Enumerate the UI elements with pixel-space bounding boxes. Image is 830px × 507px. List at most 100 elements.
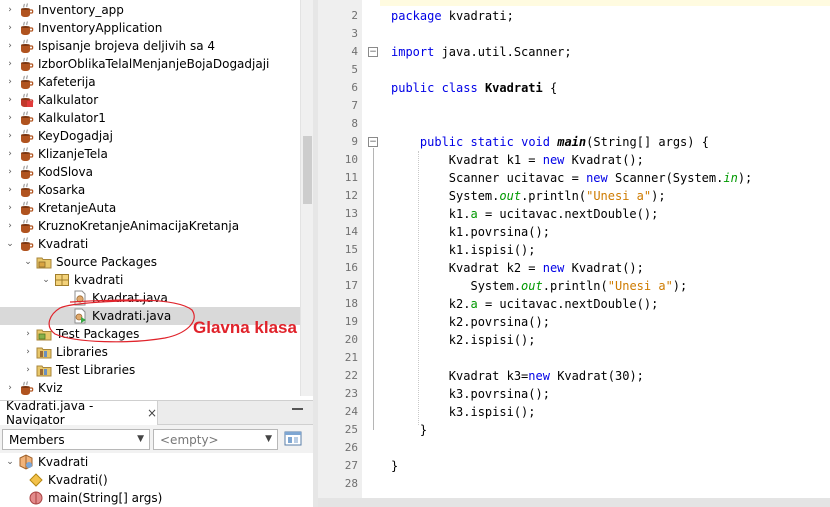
tree-item[interactable]: › KretanjeAuta xyxy=(0,199,300,217)
collapse-icon[interactable]: ⌄ xyxy=(40,274,52,286)
scope-select[interactable]: <empty> ▼ xyxy=(153,429,278,450)
code-area[interactable]: package kvadrati; import java.util.Scanne… xyxy=(380,0,830,498)
expand-icon[interactable]: › xyxy=(4,382,16,394)
fold-toggle-icon[interactable]: − xyxy=(368,137,378,147)
members-filter-select[interactable]: Members ▼ xyxy=(2,429,150,450)
tree-item[interactable]: ⌄ Source Packages xyxy=(0,253,300,271)
line-number-gutter: 2 3 4 5 6 7 8 9 10 11 12 13 14 15 16 17 18 19 20 21 22 23 24 25… xyxy=(318,0,362,498)
fold-toggle-icon[interactable]: − xyxy=(368,47,378,57)
code-line[interactable]: k1.a = ucitavac.nextDouble(); xyxy=(391,205,659,223)
code-token: Kvadrat(); xyxy=(564,261,644,275)
code-line[interactable]: k2.ispisi(); xyxy=(391,331,536,349)
tree-item-label: KeyDogadjaj xyxy=(38,129,113,143)
tree-scrollbar-thumb[interactable] xyxy=(303,136,312,204)
line-number: 4 xyxy=(351,45,358,58)
expand-icon[interactable]: › xyxy=(4,58,16,70)
line-number: 20 xyxy=(344,333,358,346)
code-line[interactable]: package kvadrati; xyxy=(391,7,514,25)
expand-icon[interactable]: › xyxy=(4,22,16,34)
tree-item[interactable]: › KlizanjeTela xyxy=(0,145,300,163)
expand-icon[interactable]: › xyxy=(4,130,16,142)
code-token: "Unesi a" xyxy=(586,189,652,203)
code-token: main xyxy=(557,135,587,149)
code-line[interactable]: k2.a = ucitavac.nextDouble(); xyxy=(391,295,659,313)
expand-icon[interactable]: › xyxy=(22,364,34,376)
code-line[interactable]: import java.util.Scanner; xyxy=(391,43,572,61)
tree-item[interactable]: › InventoryApplication xyxy=(0,19,300,37)
code-line[interactable]: public static void main(String[] args) { xyxy=(391,133,709,151)
navigator-item-label: main(String[] args) xyxy=(48,491,163,505)
code-line[interactable]: Kvadrat k3=new Kvadrat(30); xyxy=(391,367,644,385)
code-line[interactable]: System.out.println("Unesi a"); xyxy=(391,187,666,205)
navigator-item[interactable]: Kvadrati() xyxy=(26,471,108,489)
line-number: 15 xyxy=(344,243,358,256)
tree-item[interactable]: › Ispisanje brojeva deljivih sa 4 xyxy=(0,37,300,55)
tree-item[interactable]: › Inventory_app xyxy=(0,1,300,19)
navigator-item-label: Kvadrati() xyxy=(48,473,108,487)
tree-item[interactable]: › KruznoKretanjeAnimacijaKretanja xyxy=(0,217,300,235)
code-line[interactable]: Scanner ucitavac = new Scanner(System.in… xyxy=(391,169,752,187)
tree-item[interactable]: › Kviz xyxy=(0,379,300,396)
code-line[interactable]: k1.povrsina(); xyxy=(391,223,550,241)
code-editor[interactable]: 2 3 4 5 6 7 8 9 10 11 12 13 14 15 16 17 18 19 20 21 22 23 24 25… xyxy=(318,0,830,507)
collapse-icon[interactable]: ⌄ xyxy=(22,256,34,268)
expand-icon[interactable]: › xyxy=(4,40,16,52)
code-token: .println( xyxy=(521,189,587,203)
code-token: kvadrati; xyxy=(441,9,514,23)
line-number: 22 xyxy=(344,369,358,382)
expand-icon[interactable]: › xyxy=(4,202,16,214)
navigator-tab[interactable]: Kvadrati.java - Navigator × xyxy=(0,399,158,427)
code-line[interactable]: } xyxy=(391,421,427,439)
expand-icon[interactable]: › xyxy=(4,166,16,178)
expand-icon[interactable]: › xyxy=(22,328,34,340)
expand-icon[interactable]: › xyxy=(4,4,16,16)
tree-item[interactable]: › IzborOblikaTelalMenjanjeBojaDogadjaji xyxy=(0,55,300,73)
code-line[interactable]: System.out.println("Unesi a"); xyxy=(391,277,687,295)
code-line[interactable]: Kvadrat k1 = new Kvadrat(); xyxy=(391,151,644,169)
close-icon[interactable]: × xyxy=(147,406,157,420)
java-project-icon xyxy=(18,200,34,216)
code-token: { xyxy=(542,81,558,95)
tree-item[interactable]: ⌄ Kvadrati xyxy=(0,235,300,253)
code-token: a xyxy=(470,297,478,311)
navigator-item[interactable]: main(String[] args) xyxy=(26,489,162,507)
collapse-icon[interactable]: ⌄ xyxy=(4,238,16,250)
code-token: = ucitavac.nextDouble(); xyxy=(477,207,659,221)
tree-item-label: InventoryApplication xyxy=(38,21,163,35)
expand-icon[interactable]: › xyxy=(4,76,16,88)
tree-item[interactable]: › KodSlova xyxy=(0,163,300,181)
expand-icon[interactable]: › xyxy=(4,148,16,160)
minimize-icon[interactable] xyxy=(292,408,303,418)
tree-item[interactable]: › KeyDogadjaj xyxy=(0,127,300,145)
navigator-item[interactable]: ⌄ Kvadrati xyxy=(4,453,88,471)
code-token: .println( xyxy=(542,279,608,293)
code-token: k1. xyxy=(391,207,471,221)
code-line[interactable]: k3.ispisi(); xyxy=(391,403,536,421)
tree-item[interactable]: › Kalkulator1 xyxy=(0,109,300,127)
tree-scrollbar[interactable] xyxy=(300,0,313,396)
expand-icon[interactable]: › xyxy=(22,346,34,358)
tree-item[interactable]: ⌄ kvadrati xyxy=(0,271,300,289)
tree-item[interactable]: › Test Libraries xyxy=(0,361,300,379)
expand-icon[interactable]: › xyxy=(4,184,16,196)
code-line[interactable]: } xyxy=(391,457,398,475)
navigator-options-icon[interactable] xyxy=(284,430,302,448)
code-line[interactable]: k2.povrsina(); xyxy=(391,313,550,331)
horizontal-scrollbar[interactable] xyxy=(318,498,830,507)
tree-item[interactable]: › Kalkulator xyxy=(0,91,300,109)
expand-icon[interactable]: › xyxy=(4,220,16,232)
code-line[interactable]: k3.povrsina(); xyxy=(391,385,550,403)
expand-icon[interactable]: › xyxy=(4,112,16,124)
expand-icon[interactable]: › xyxy=(4,94,16,106)
tree-item[interactable]: Kvadrat.java xyxy=(0,289,300,307)
code-line[interactable]: public class Kvadrati { xyxy=(391,79,557,97)
tree-item[interactable]: › Kafeterija xyxy=(0,73,300,91)
tree-item[interactable]: › Kosarka xyxy=(0,181,300,199)
code-line[interactable]: k1.ispisi(); xyxy=(391,241,536,259)
line-number: 26 xyxy=(344,441,358,454)
code-line[interactable]: Kvadrat k2 = new Kvadrat(); xyxy=(391,259,644,277)
collapse-icon[interactable]: ⌄ xyxy=(4,456,16,468)
tree-item[interactable]: › Libraries xyxy=(0,343,300,361)
